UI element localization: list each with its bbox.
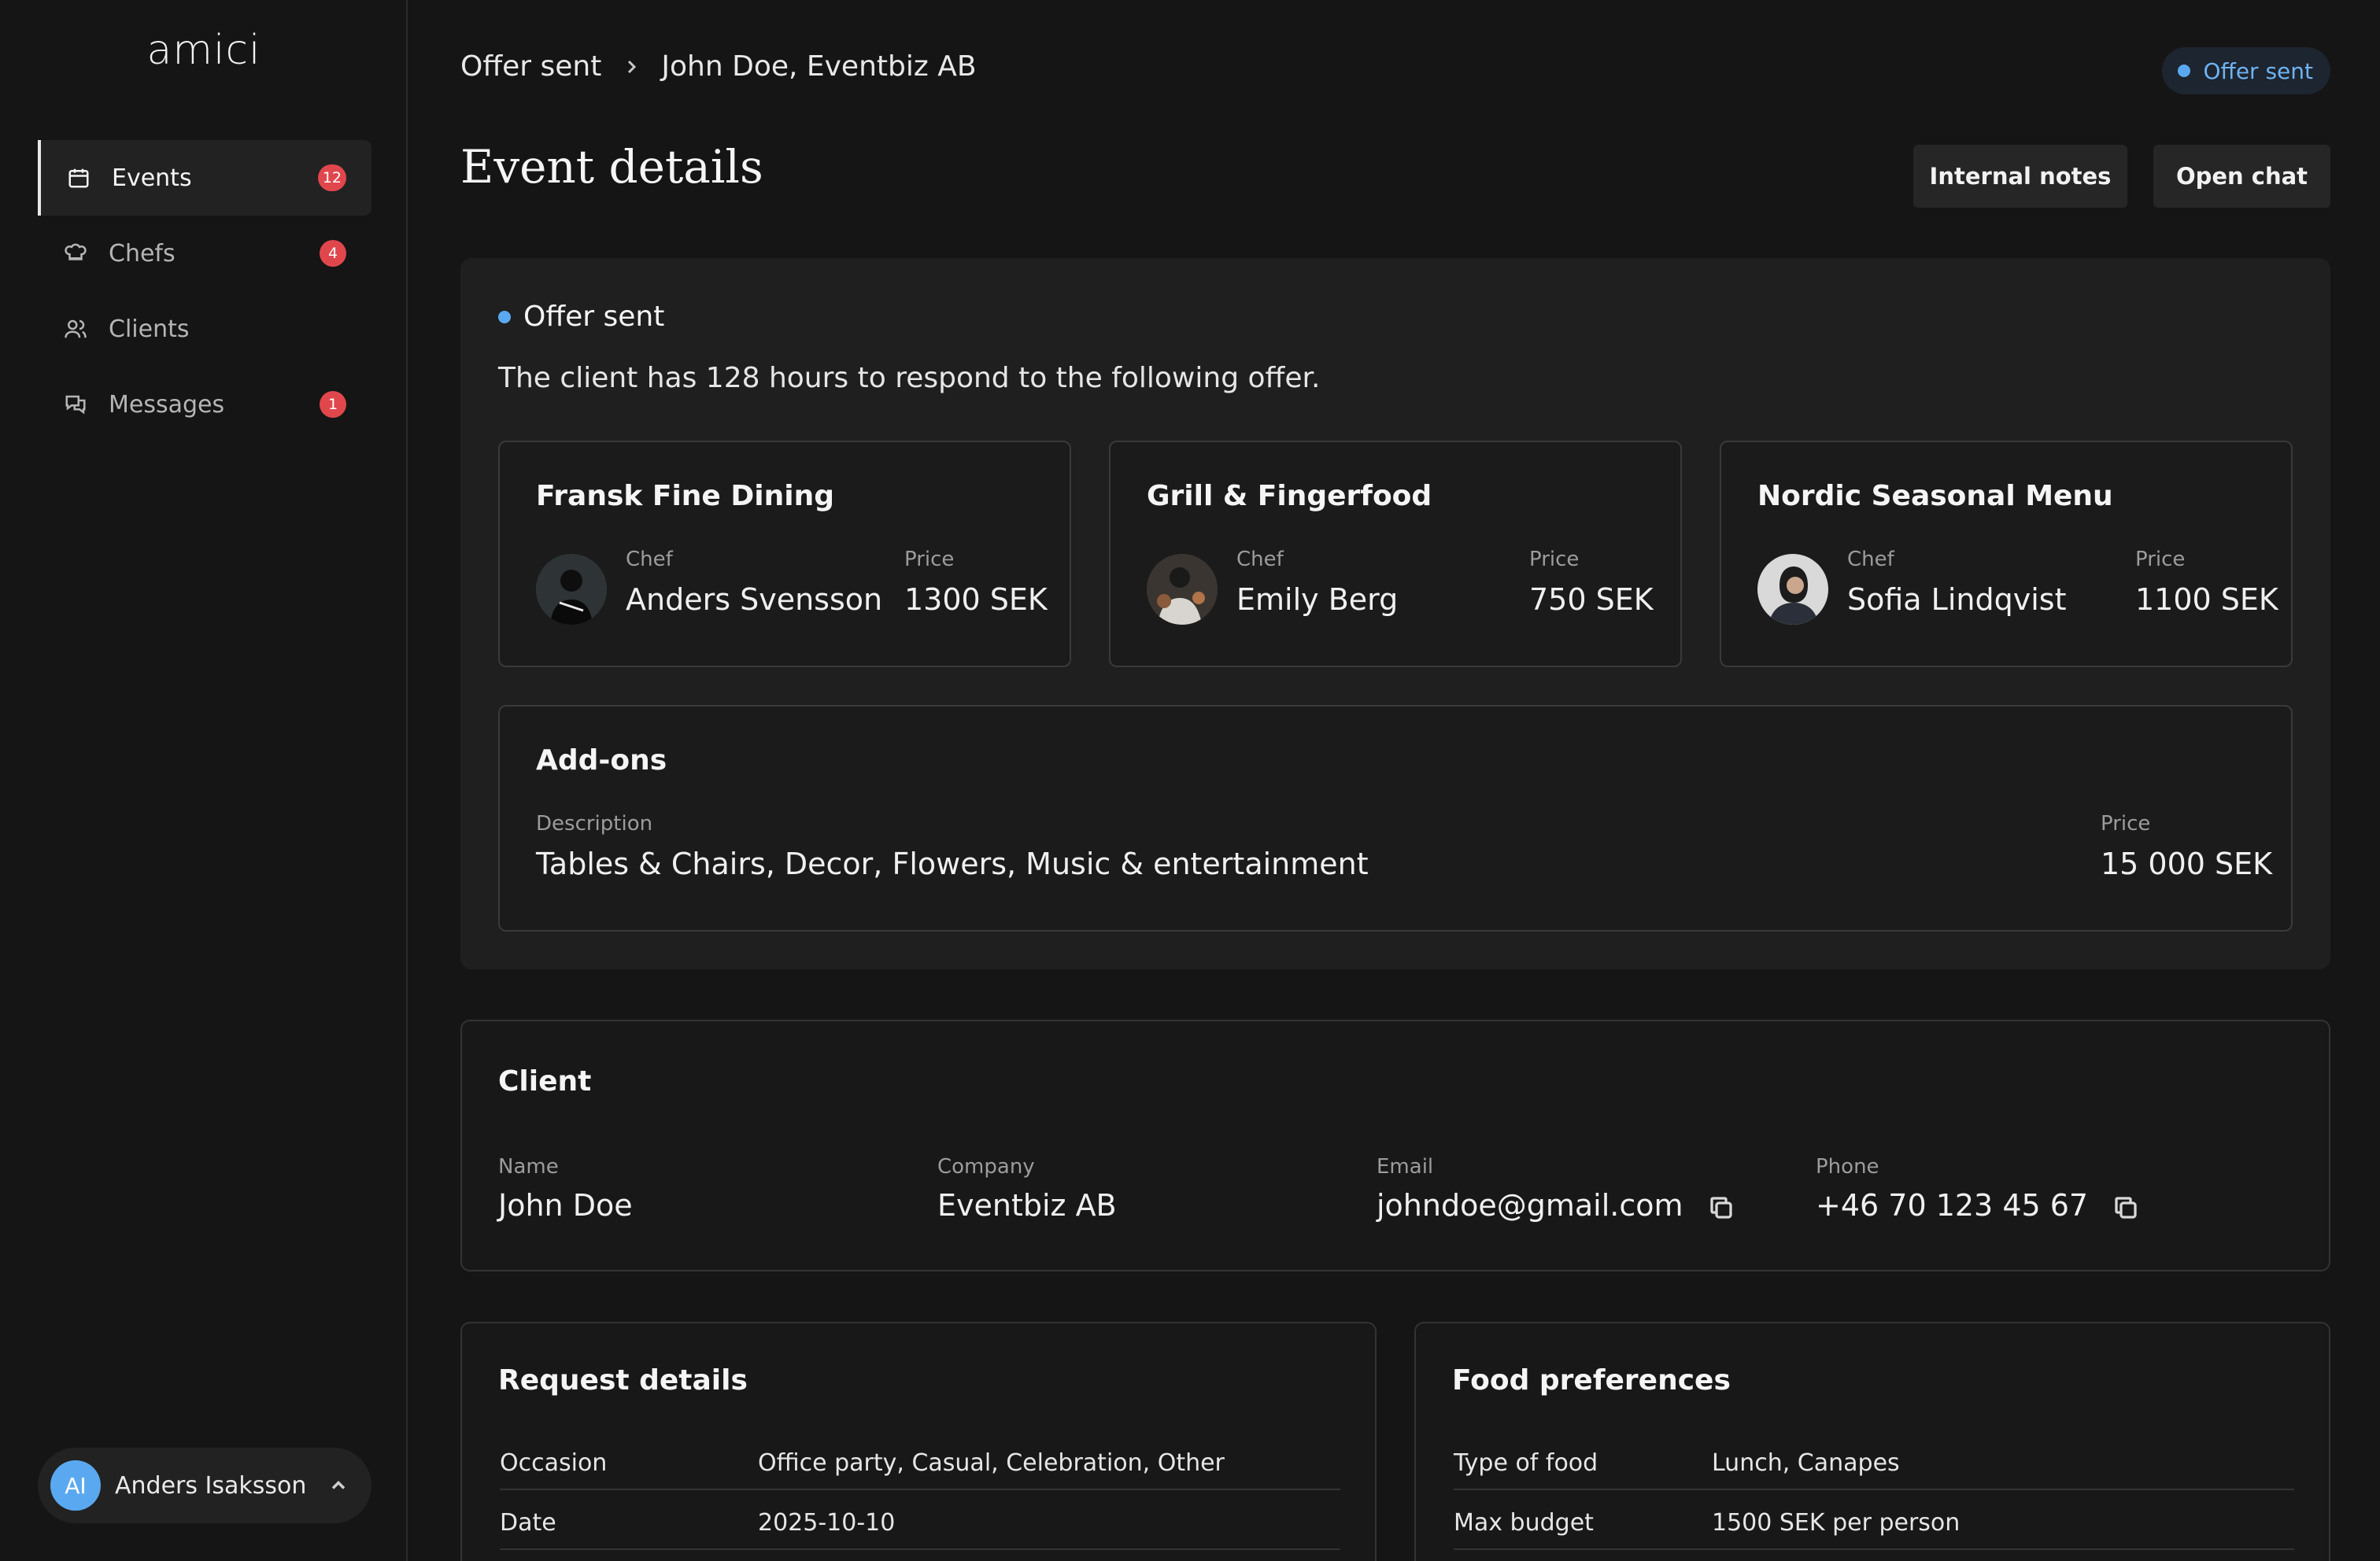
user-name: Anders Isaksson [115, 1471, 307, 1500]
chef-avatar [1147, 554, 1218, 625]
chef-label: Chef [1847, 548, 1894, 571]
copy-icon[interactable] [2112, 1194, 2140, 1222]
food-preferences-title: Food preferences [1452, 1364, 1731, 1397]
app-logo[interactable]: amici [0, 27, 408, 74]
breadcrumb-current: John Doe, Eventbiz AB [661, 50, 977, 83]
addons-card: Add-ons Description Tables & Chairs, Dec… [498, 705, 2293, 932]
menu-price: 1100 SEK [2135, 582, 2278, 617]
chef-name: Anders Svensson [626, 582, 883, 617]
client-company: Eventbiz AB [937, 1188, 1117, 1223]
price-label: Price [2135, 548, 2186, 571]
sidebar-item-chefs[interactable]: Chefs 4 [38, 216, 371, 291]
menu-title: Grill & Fingerfood [1147, 480, 1432, 512]
detail-value: Office party, Casual, Celebration, Other [758, 1449, 1225, 1477]
detail-row: Type of food Lunch, Canapes [1454, 1430, 2294, 1490]
sidebar-item-label: Events [112, 164, 192, 192]
request-details-title: Request details [498, 1364, 748, 1397]
detail-row: Max budget 1500 SEK per person [1454, 1490, 2294, 1550]
sidebar-item-messages[interactable]: Messages 1 [38, 367, 371, 442]
offer-panel: Offer sent The client has 128 hours to r… [460, 258, 2330, 969]
detail-value: 1500 SEK per person [1712, 1509, 1961, 1537]
internal-notes-button[interactable]: Internal notes [1913, 145, 2127, 208]
user-menu[interactable]: AI Anders Isaksson [38, 1448, 371, 1523]
sidebar-item-clients[interactable]: Clients [38, 291, 371, 367]
chefs-count-badge: 4 [320, 240, 346, 267]
menu-price: 1300 SEK [904, 582, 1048, 617]
detail-value: Lunch, Canapes [1712, 1449, 1900, 1477]
status-dot-icon [2178, 65, 2191, 77]
offer-description: The client has 128 hours to respond to t… [498, 362, 1321, 394]
chevron-up-icon [327, 1474, 349, 1496]
sidebar-item-events[interactable]: Events 12 [38, 140, 371, 216]
chef-label: Chef [626, 548, 673, 571]
calendar-icon [66, 165, 91, 190]
sidebar-item-label: Clients [109, 315, 190, 343]
chef-name: Emily Berg [1236, 582, 1399, 617]
breadcrumb: Offer sent John Doe, Eventbiz AB [460, 50, 977, 83]
copy-icon[interactable] [1707, 1194, 1735, 1222]
chevron-right-icon [622, 57, 641, 76]
sidebar-nav: Events 12 Chefs 4 Clients Messages 1 [38, 140, 371, 442]
open-chat-button[interactable]: Open chat [2153, 145, 2330, 208]
addons-price-label: Price [2101, 812, 2151, 836]
events-count-badge: 12 [317, 164, 346, 191]
detail-key: Type of food [1454, 1449, 1598, 1477]
menu-price: 750 SEK [1529, 582, 1654, 617]
client-phone-label: Phone [1816, 1155, 1879, 1179]
chat-icon [63, 392, 88, 417]
client-phone: +46 70 123 45 67 [1816, 1188, 2089, 1223]
sidebar: amici Events 12 Chefs 4 Clients Messages… [0, 0, 408, 1561]
client-company-label: Company [937, 1155, 1035, 1179]
price-label: Price [904, 548, 955, 571]
food-preferences-panel: Food preferences Type of food Lunch, Can… [1414, 1322, 2330, 1561]
addons-price: 15 000 SEK [2101, 847, 2273, 881]
status-dot-icon [498, 310, 511, 323]
chef-label: Chef [1236, 548, 1284, 571]
menu-card[interactable]: Nordic Seasonal Menu Chef Sofia Lindqvis… [1720, 441, 2293, 667]
breadcrumb-offer-sent[interactable]: Offer sent [460, 50, 601, 83]
page-title: Event details [460, 140, 763, 194]
detail-key: Occasion [500, 1449, 608, 1477]
client-name: John Doe [498, 1188, 633, 1223]
detail-key: Date [500, 1509, 556, 1537]
detail-row: Date 2025-10-10 [500, 1490, 1340, 1550]
detail-value: 2025-10-10 [758, 1509, 896, 1537]
avatar: AI [50, 1460, 101, 1511]
sidebar-item-label: Chefs [109, 239, 176, 268]
users-icon [63, 316, 88, 341]
price-label: Price [1529, 548, 1580, 571]
chef-avatar [1757, 554, 1828, 625]
client-email-row: johndoe@gmail.com [1377, 1188, 1735, 1223]
request-details-panel: Request details Occasion Office party, C… [460, 1322, 1377, 1561]
offer-status-heading: Offer sent [498, 301, 664, 333]
messages-count-badge: 1 [320, 391, 346, 418]
addons-title: Add-ons [536, 744, 667, 777]
menu-card[interactable]: Fransk Fine Dining Chef Anders Svensson … [498, 441, 1071, 667]
sidebar-item-label: Messages [109, 390, 225, 419]
client-name-label: Name [498, 1155, 559, 1179]
detail-row: Occasion Office party, Casual, Celebrati… [500, 1430, 1340, 1490]
client-email: johndoe@gmail.com [1377, 1188, 1683, 1223]
menu-title: Nordic Seasonal Menu [1757, 480, 2113, 512]
client-email-label: Email [1377, 1155, 1434, 1179]
chef-hat-icon [63, 241, 88, 266]
addons-description: Tables & Chairs, Decor, Flowers, Music &… [536, 847, 1369, 881]
addons-description-label: Description [536, 812, 653, 836]
chef-name: Sofia Lindqvist [1847, 582, 2067, 617]
client-panel: Client Name John Doe Company Eventbiz AB… [460, 1020, 2330, 1271]
menu-card[interactable]: Grill & Fingerfood Chef Emily Berg Price… [1109, 441, 1682, 667]
detail-key: Max budget [1454, 1509, 1594, 1537]
client-phone-row: +46 70 123 45 67 [1816, 1188, 2140, 1223]
chef-avatar [536, 554, 607, 625]
client-title: Client [498, 1065, 592, 1098]
offer-status-label: Offer sent [523, 301, 665, 333]
status-badge: Offer sent [2162, 47, 2330, 94]
status-badge-label: Offer sent [2203, 57, 2313, 84]
menu-title: Fransk Fine Dining [536, 480, 834, 512]
